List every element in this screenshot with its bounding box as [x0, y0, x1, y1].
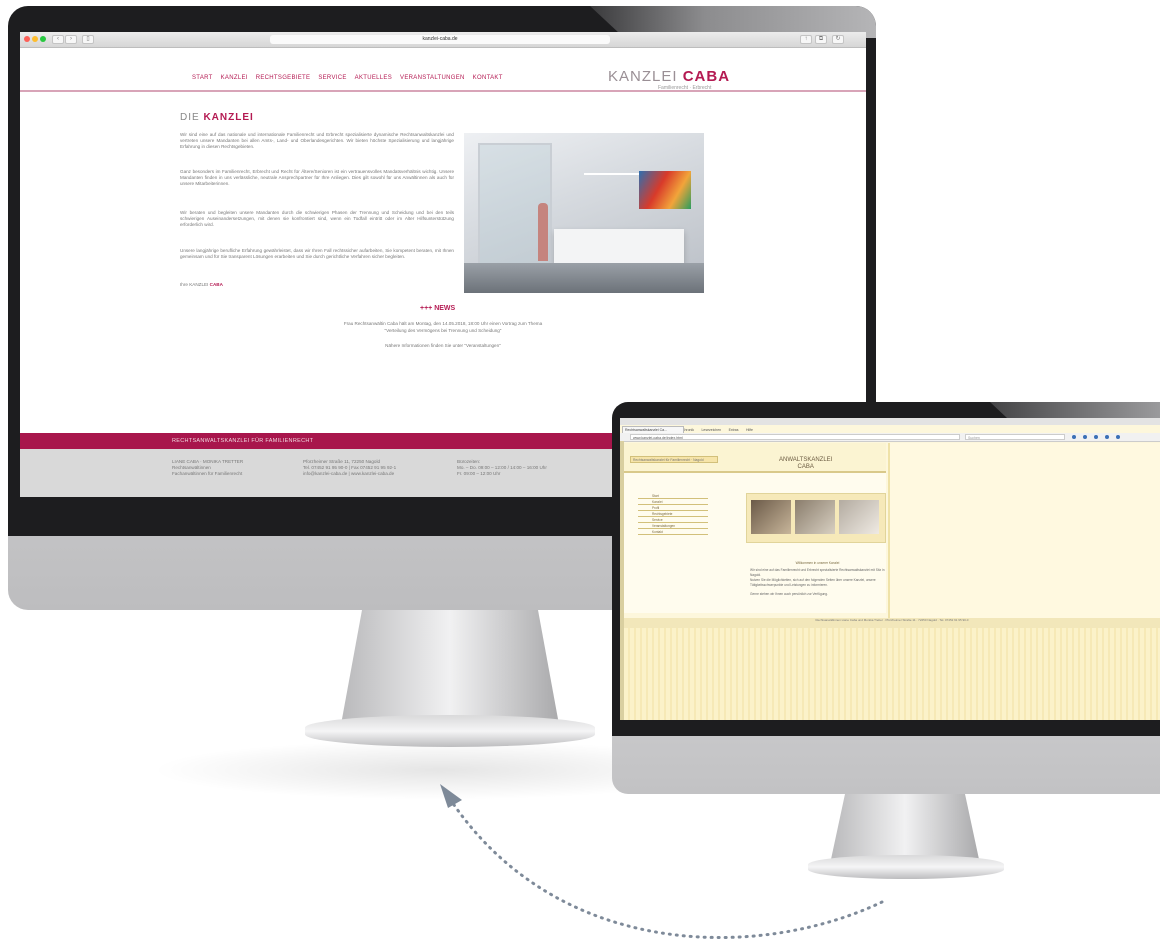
curved-arrow-icon — [440, 784, 884, 939]
arrow-head — [440, 784, 462, 808]
arrow-path — [450, 800, 884, 939]
